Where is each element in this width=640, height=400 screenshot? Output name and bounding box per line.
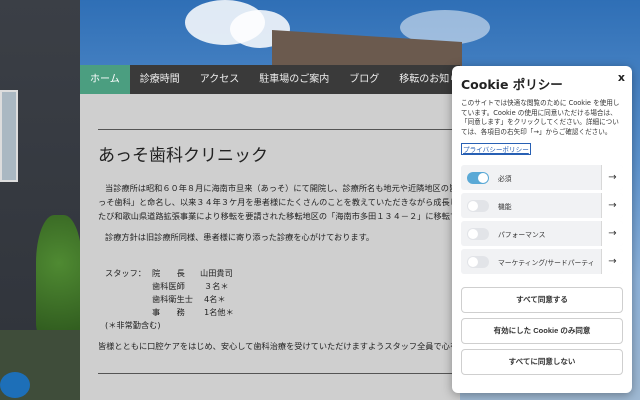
toggle-switch[interactable] — [467, 199, 489, 212]
page-title: あっそ歯科クリニック — [98, 146, 268, 166]
staff-label: スタッフ： — [105, 268, 146, 278]
category-label: 必須 — [498, 174, 512, 183]
main-nav: ホーム 診療時間 アクセス 駐車場のご案内 ブログ 移転のお知らせ — [80, 65, 460, 94]
cookie-category-performance: パフォーマンス → — [461, 221, 623, 247]
staff-value: 山田貴司 — [200, 268, 233, 278]
accept-all-button[interactable]: すべて同意する — [461, 287, 623, 314]
nav-item-blog[interactable]: ブログ — [339, 65, 389, 94]
staff-value: 1名他＊ — [204, 307, 234, 317]
staff-role: 歯科医師 — [152, 281, 185, 291]
privacy-policy-link[interactable]: プライバシーポリシー — [461, 143, 531, 156]
accept-enabled-button[interactable]: 有効にした Cookie のみ同意 — [461, 318, 623, 345]
bicycle — [0, 372, 30, 398]
toggle-switch[interactable] — [467, 171, 489, 184]
cookie-title: Cookie ポリシー — [461, 77, 563, 92]
intro-line: たび和歌山県道路拡張事業により移転を要請された移転地区の「海南市多田１３４－２」… — [98, 211, 459, 221]
cookie-description: このサイトでは快適な閲覧のために Cookie を使用しています。Cookie … — [461, 99, 620, 136]
nav-item-home[interactable]: ホーム — [80, 65, 130, 94]
divider — [98, 373, 458, 374]
arrow-right-icon[interactable]: → — [601, 165, 623, 191]
divider — [98, 129, 458, 130]
nav-item-access[interactable]: アクセス — [190, 65, 250, 94]
staff-value: ３名＊ — [204, 281, 229, 291]
toggle-switch[interactable] — [467, 255, 489, 268]
policy-text: 診療方針は旧診療所同様、患者様に寄り添った診療を心がけております。 — [105, 232, 375, 242]
intro-line: っそ歯科」と命名し、以来３４年３ケ月を患者様にたくさんのことを教えていただきなが… — [98, 197, 460, 207]
staff-role: 事 務 — [152, 307, 185, 317]
cookie-dialog: Cookie ポリシー x このサイトでは快適な閲覧のために Cookie を使… — [452, 66, 632, 393]
staff-role: 歯科衛生士 — [152, 294, 193, 304]
arrow-right-icon[interactable]: → — [601, 249, 623, 275]
arrow-right-icon[interactable]: → — [601, 221, 623, 247]
tree — [36, 215, 82, 335]
category-label: 機能 — [498, 202, 512, 211]
window — [0, 90, 18, 182]
staff-value: 4名＊ — [204, 294, 226, 304]
cookie-category-required: 必須 → — [461, 165, 623, 191]
intro-line: 当診療所は昭和６０年８月に海南市旦来（あっそ）にて開院し、診療所名も地元や近隣地… — [105, 183, 458, 193]
reject-all-button[interactable]: すべてに同意しない — [461, 349, 623, 376]
toggle-switch[interactable] — [467, 227, 489, 240]
category-label: マーケティング/サードパーティ — [498, 258, 595, 267]
arrow-right-icon[interactable]: → — [601, 193, 623, 219]
closing-text: 皆様とともに口腔ケアをはじめ、安心して歯科治療を受けていただけますようスタッフ全… — [98, 341, 460, 351]
nav-item-hours[interactable]: 診療時間 — [130, 65, 190, 94]
nav-item-relocation[interactable]: 移転のお知らせ — [389, 65, 460, 94]
staff-role: 院 長 — [152, 268, 185, 278]
part-time-note: (＊非常勤含む) — [105, 320, 161, 330]
site-content: ホーム 診療時間 アクセス 駐車場のご案内 ブログ 移転のお知らせ あっそ歯科ク… — [80, 65, 460, 400]
category-label: パフォーマンス — [498, 230, 546, 239]
nav-item-parking[interactable]: 駐車場のご案内 — [249, 65, 339, 94]
close-icon[interactable]: x — [618, 71, 625, 84]
cookie-categories: 必須 → 機能 → パフォーマンス → マーケティング/サードパーティ → — [461, 165, 623, 275]
cookie-category-marketing: マーケティング/サードパーティ → — [461, 249, 623, 275]
cookie-category-functional: 機能 → — [461, 193, 623, 219]
